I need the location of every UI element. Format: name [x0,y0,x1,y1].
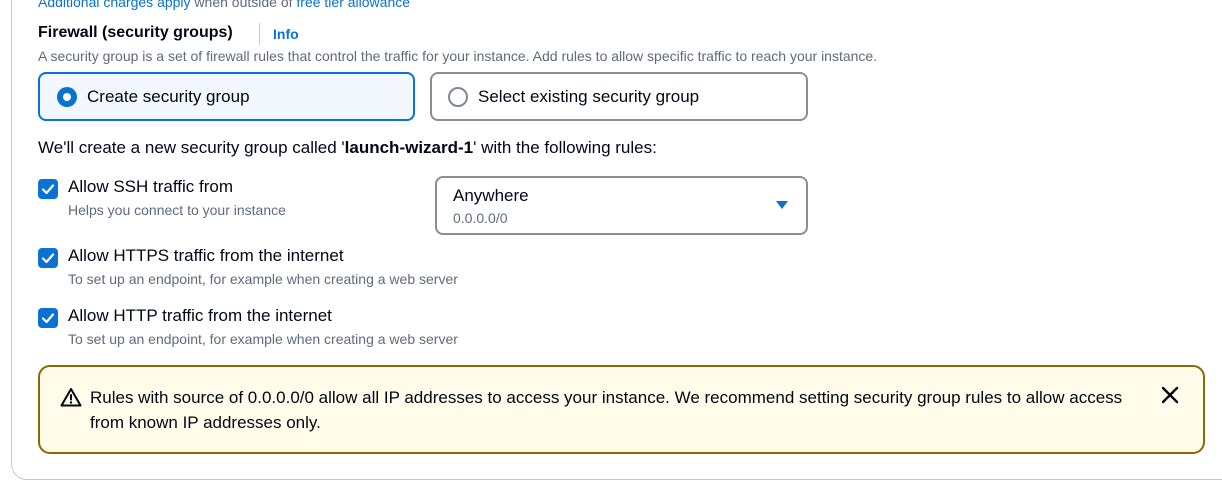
radio-unselected-icon[interactable] [448,86,468,107]
check-icon [41,253,55,264]
create-security-group-option[interactable]: Create security group [38,72,415,121]
https-checkbox[interactable] [38,248,58,268]
ssh-source-value: Anywhere [453,186,529,205]
warning-alert: Rules with source of 0.0.0.0/0 allow all… [38,365,1205,454]
check-icon [41,184,55,195]
radio-selected-icon[interactable] [57,86,77,107]
caret-down-icon [776,201,788,209]
warning-message: Rules with source of 0.0.0.0/0 allow all… [90,388,1123,432]
select-existing-security-group-option[interactable]: Select existing security group [430,72,808,121]
https-rule-label: Allow HTTPS traffic from the internet [68,246,344,265]
free-tier-link[interactable]: free tier allowance [296,0,410,10]
ssh-checkbox[interactable] [38,179,58,199]
ssh-rule-label: Allow SSH traffic from [68,177,234,196]
https-rule-help: To set up an endpoint, for example when … [68,271,458,287]
http-rule-label: Allow HTTP traffic from the internet [68,306,332,325]
http-checkbox[interactable] [38,308,58,328]
additional-charges-link[interactable]: Additional charges apply [38,0,191,10]
sentence-prefix: We'll create a new security group called… [38,138,345,157]
info-link[interactable]: Info [273,26,299,42]
close-icon[interactable] [1161,386,1179,404]
firewall-description: A security group is a set of firewall ru… [38,48,878,64]
sentence-suffix: ' with the following rules: [473,138,657,157]
security-group-sentence: We'll create a new security group called… [38,138,657,158]
http-rule-help: To set up an endpoint, for example when … [68,331,458,347]
firewall-heading: Firewall (security groups) [38,24,233,41]
create-security-group-label: Create security group [87,86,250,106]
additional-charges-text: when outside of [190,0,297,10]
additional-charges-note: Additional charges apply when outside of… [38,0,410,10]
heading-divider [259,23,260,45]
ssh-source-description: 0.0.0.0/0 [453,210,508,226]
warning-icon [60,388,82,407]
select-existing-security-group-label: Select existing security group [478,86,700,106]
check-icon [41,313,55,324]
security-group-name: launch-wizard-1 [344,138,474,157]
ssh-rule-help: Helps you connect to your instance [68,202,286,218]
ssh-source-select[interactable]: Anywhere 0.0.0.0/0 [435,176,808,235]
